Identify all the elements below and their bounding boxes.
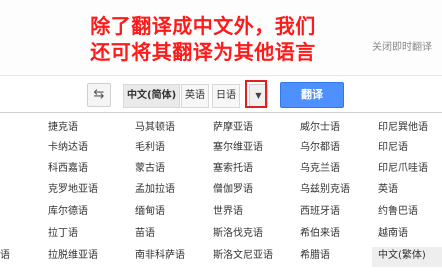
language-option[interactable]: 科西嘉语	[48, 162, 88, 176]
language-option[interactable]: 印尼爪哇语	[378, 162, 428, 176]
language-option[interactable]: 约鲁巴语	[378, 205, 418, 219]
language-option[interactable]: 斯洛文尼亚语	[213, 249, 273, 263]
language-menu: 语 捷克语卡纳达语科西嘉语克罗地亚语库尔德语拉丁语拉脱维亚语 马其顿语毛利语蒙古语孟…	[0, 112, 442, 275]
annotation-line-1: 除了翻译成中文外，我们	[90, 14, 316, 38]
language-option[interactable]: 僧伽罗语	[213, 183, 253, 197]
language-option[interactable]: 印尼语	[378, 141, 408, 155]
language-option[interactable]: 印尼巽他语	[378, 121, 428, 135]
language-option[interactable]: 希腊语	[300, 249, 330, 263]
language-option[interactable]: 南非科萨语	[135, 249, 185, 263]
target-lang-japanese[interactable]: 日语	[212, 84, 240, 108]
language-option[interactable]: 捷克语	[48, 121, 78, 135]
language-option[interactable]: 中文(繁体)	[378, 249, 426, 263]
language-option[interactable]: 孟加拉语	[135, 183, 175, 197]
language-option[interactable]: 苗语	[135, 227, 155, 241]
translate-button[interactable]: 翻译	[280, 82, 344, 108]
swap-languages-button[interactable]: ⇆	[87, 83, 111, 107]
language-option[interactable]: 越南语	[378, 227, 408, 241]
language-option[interactable]: 拉脱维亚语	[48, 249, 98, 263]
language-option[interactable]: 语	[0, 249, 10, 263]
language-option[interactable]: 希伯来语	[300, 227, 340, 241]
highlight-box	[245, 80, 267, 108]
language-option[interactable]: 乌克兰语	[300, 162, 340, 176]
language-option[interactable]: 缅甸语	[135, 205, 165, 219]
language-option[interactable]: 塞尔维亚语	[213, 141, 263, 155]
language-option[interactable]: 毛利语	[135, 141, 165, 155]
annotation-line-2: 还可将其翻译为其他语言	[90, 40, 316, 64]
swap-arrows-icon: ⇆	[93, 87, 105, 102]
language-option[interactable]: 拉丁语	[48, 227, 78, 241]
language-option[interactable]: 马其顿语	[135, 121, 175, 135]
language-option[interactable]: 塞索托语	[213, 162, 253, 176]
close-instant-translation-link[interactable]: 关闭即时翻译	[372, 38, 432, 53]
language-option[interactable]: 斯洛伐克语	[213, 227, 263, 241]
language-option[interactable]: 西班牙语	[300, 205, 340, 219]
language-option[interactable]: 世界语	[213, 205, 243, 219]
language-option[interactable]: 威尔士语	[300, 121, 340, 135]
language-option[interactable]: 萨摩亚语	[213, 121, 253, 135]
language-option[interactable]: 克罗地亚语	[48, 183, 98, 197]
language-option[interactable]: 卡纳达语	[48, 141, 88, 155]
language-option[interactable]: 英语	[378, 183, 398, 197]
target-lang-chinese-simplified[interactable]: 中文(简体)	[123, 84, 181, 108]
language-option[interactable]: 库尔德语	[48, 205, 88, 219]
language-option[interactable]: 乌兹别克语	[300, 183, 350, 197]
language-option[interactable]: 蒙古语	[135, 162, 165, 176]
language-option[interactable]: 乌尔都语	[300, 141, 340, 155]
target-lang-english[interactable]: 英语	[181, 84, 209, 108]
